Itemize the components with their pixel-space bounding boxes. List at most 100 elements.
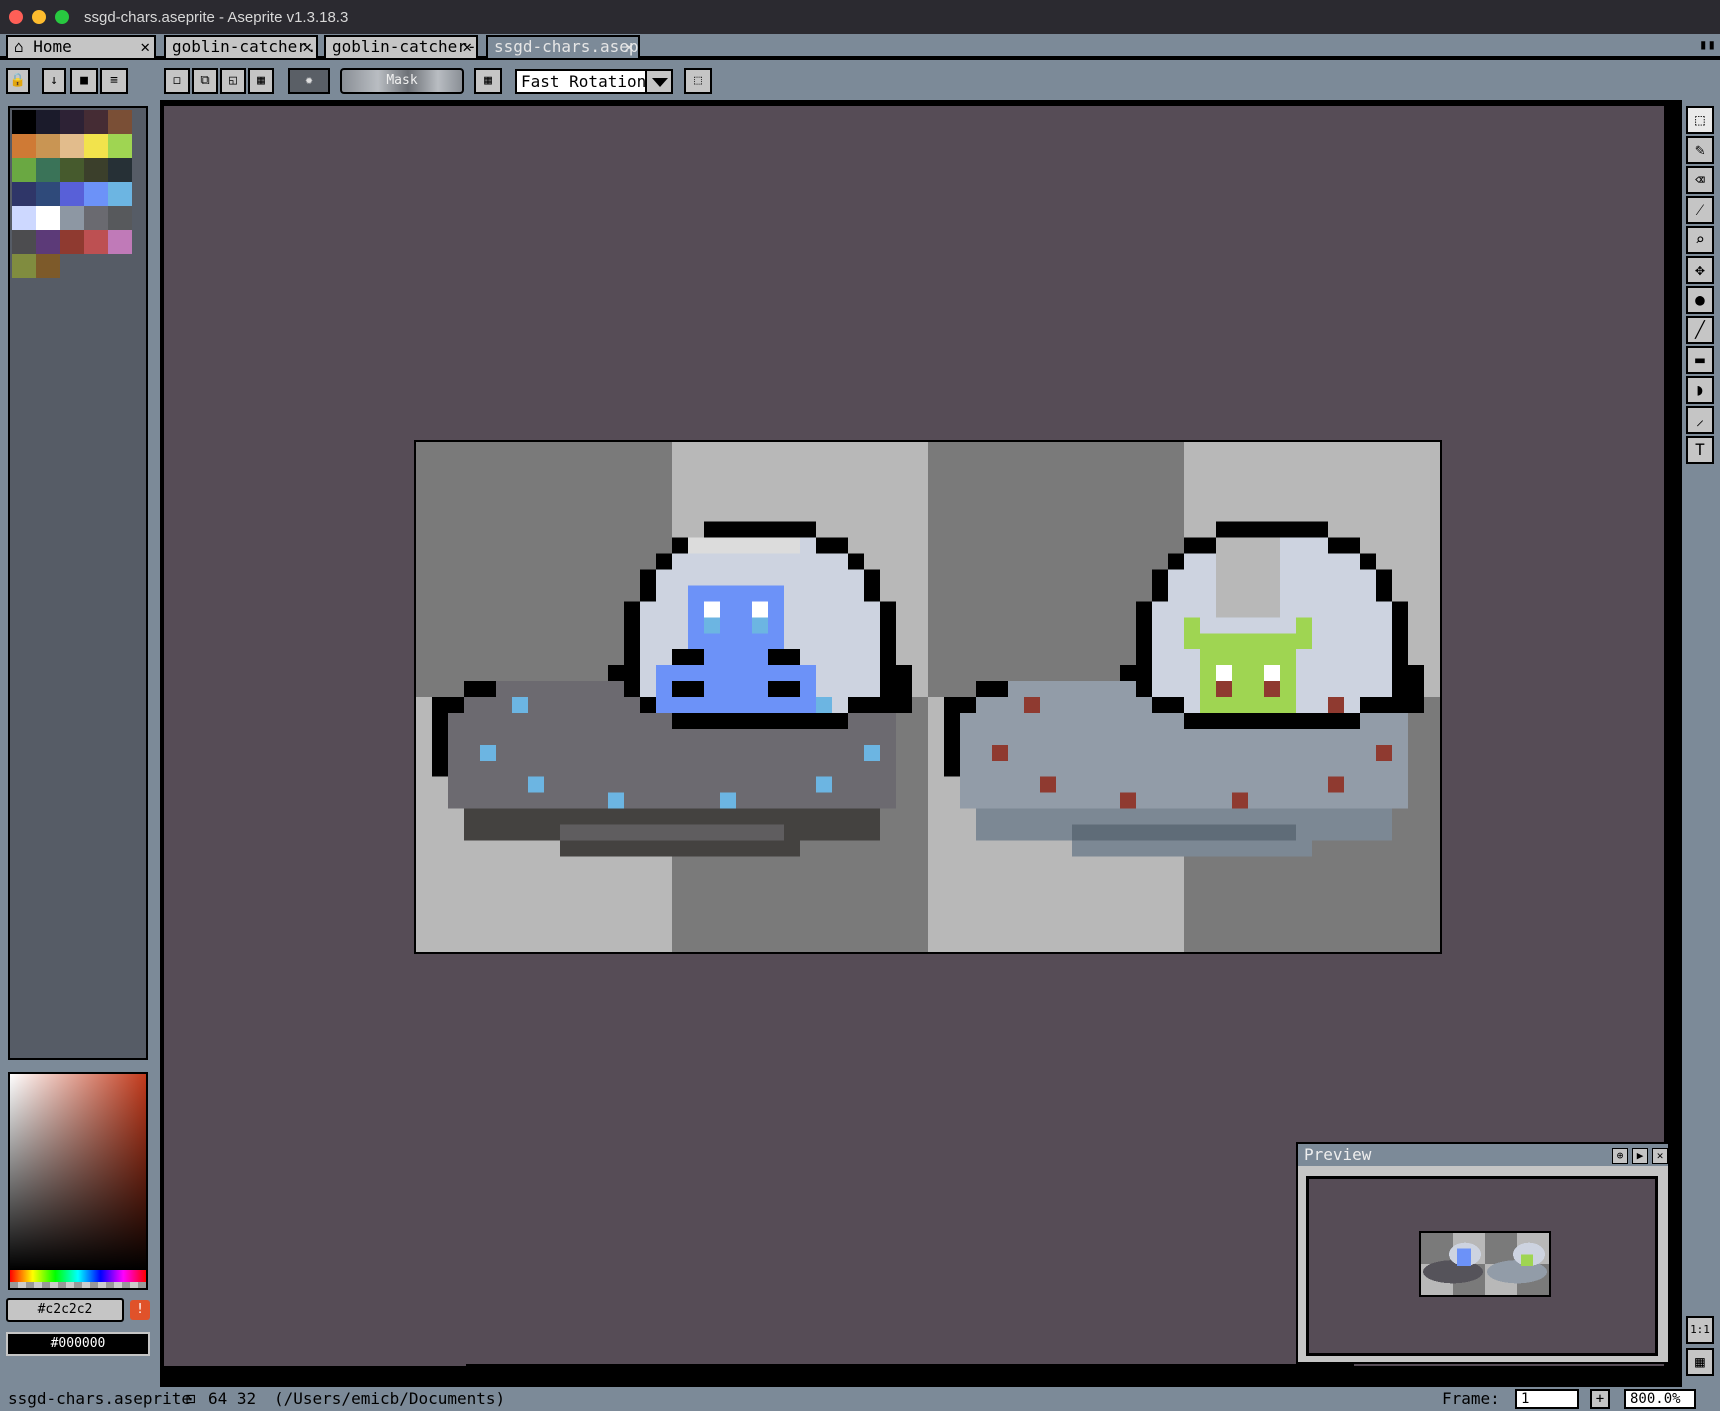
pencil-tool-icon[interactable]: ✎ bbox=[1686, 136, 1714, 164]
preview-title-bar: Preview ⊕ ▶ ✕ bbox=[1298, 1144, 1668, 1166]
palette-swatch[interactable] bbox=[108, 110, 132, 134]
play-icon[interactable]: ▶ bbox=[1632, 1148, 1648, 1164]
selection-intersect-icon[interactable]: ▦ bbox=[248, 68, 274, 94]
palette-swatch[interactable] bbox=[12, 182, 36, 206]
tab-goblin-catcher-1[interactable]: goblin-catcher. ✕ bbox=[164, 35, 318, 58]
palette-swatch[interactable] bbox=[60, 134, 84, 158]
palette-swatch[interactable] bbox=[84, 206, 108, 230]
rectangle-tool-icon[interactable]: ▬ bbox=[1686, 346, 1714, 374]
palette-swatch[interactable] bbox=[108, 182, 132, 206]
preview-sprite-thumbnail bbox=[1419, 1231, 1551, 1297]
tab-overflow-icon[interactable]: ▮▮ bbox=[1699, 37, 1716, 53]
zoom-input[interactable]: 800.0% bbox=[1624, 1389, 1696, 1409]
vertical-scrollbar[interactable] bbox=[1664, 106, 1674, 370]
palette-swatch[interactable] bbox=[108, 134, 132, 158]
eraser-tool-icon[interactable]: ⌫ bbox=[1686, 166, 1714, 194]
palette-swatch[interactable] bbox=[60, 158, 84, 182]
selection-add-icon[interactable]: ⧉ bbox=[192, 68, 218, 94]
palette-swatch[interactable] bbox=[84, 230, 108, 254]
add-frame-button[interactable]: + bbox=[1590, 1389, 1610, 1409]
palette-swatch[interactable] bbox=[36, 134, 60, 158]
palette-swatch[interactable] bbox=[108, 206, 132, 230]
close-icon[interactable]: ✕ bbox=[462, 37, 472, 57]
mask-button[interactable]: Mask bbox=[340, 68, 464, 94]
palette-swatch[interactable] bbox=[108, 158, 132, 182]
palette-panel bbox=[8, 106, 148, 1060]
blur-tool-icon[interactable]: ⸝ bbox=[1686, 406, 1714, 434]
tab-label: goblin-catcher. bbox=[172, 37, 317, 56]
tab-home[interactable]: ⌂ Home ✕ bbox=[6, 35, 156, 58]
palette-swatch[interactable] bbox=[36, 254, 60, 278]
zoom-tool-icon[interactable]: ⌕ bbox=[1686, 226, 1714, 254]
actual-size-icon[interactable]: 1:1 bbox=[1686, 1316, 1714, 1344]
alpha-slider[interactable] bbox=[10, 1282, 146, 1288]
palette-swatch[interactable] bbox=[12, 134, 36, 158]
minimize-window-button[interactable] bbox=[32, 10, 46, 24]
close-icon[interactable]: ✕ bbox=[140, 37, 150, 57]
close-icon[interactable]: ✕ bbox=[624, 37, 634, 57]
menu-icon[interactable]: ≡ bbox=[100, 68, 128, 94]
status-bar: ssgd-chars.aseprite ⊡ 64 32 (/Users/emic… bbox=[0, 1387, 1720, 1411]
fill-tool-icon[interactable]: ● bbox=[1686, 286, 1714, 314]
palette-swatch[interactable] bbox=[36, 158, 60, 182]
palette-swatch[interactable] bbox=[84, 110, 108, 134]
marquee-tool-icon[interactable]: ⬚ bbox=[1686, 106, 1714, 134]
frame-input[interactable]: 1 bbox=[1515, 1389, 1579, 1409]
palette-swatch[interactable] bbox=[84, 134, 108, 158]
close-window-button[interactable] bbox=[9, 10, 23, 24]
palette-swatch[interactable] bbox=[12, 110, 36, 134]
pivot-grid-icon[interactable]: ▦ bbox=[474, 68, 502, 94]
palette-swatch[interactable] bbox=[36, 230, 60, 254]
selection-replace-icon[interactable]: ◻ bbox=[164, 68, 190, 94]
preview-canvas[interactable] bbox=[1306, 1176, 1658, 1356]
left-panel: #c2c2c2 ! #000000 bbox=[0, 100, 160, 1387]
close-icon[interactable]: ✕ bbox=[302, 37, 312, 57]
palette-swatch[interactable] bbox=[12, 206, 36, 230]
palette-swatch[interactable] bbox=[12, 158, 36, 182]
tab-goblin-catcher-2[interactable]: goblin-catcher- ✕ bbox=[324, 35, 478, 58]
close-icon[interactable]: ✕ bbox=[1652, 1148, 1668, 1164]
palette-swatch[interactable] bbox=[84, 158, 108, 182]
transparent-color-icon[interactable]: ✹ bbox=[288, 68, 330, 94]
palette-swatch[interactable] bbox=[60, 230, 84, 254]
palette-swatch[interactable] bbox=[60, 182, 84, 206]
move-down-icon[interactable]: ↓ bbox=[42, 68, 66, 94]
sprite-canvas[interactable] bbox=[414, 440, 1442, 954]
palette-swatch[interactable] bbox=[36, 182, 60, 206]
background-color-button[interactable]: #000000 bbox=[6, 1332, 150, 1356]
timeline-toggle-icon[interactable]: ▦ bbox=[1686, 1348, 1714, 1376]
horizontal-scrollbar[interactable] bbox=[466, 1364, 1354, 1370]
home-icon: ⌂ bbox=[14, 37, 24, 56]
palette-swatch[interactable] bbox=[108, 230, 132, 254]
palette-swatch[interactable] bbox=[12, 254, 36, 278]
color-picker[interactable] bbox=[8, 1072, 148, 1290]
hue-slider[interactable] bbox=[10, 1270, 146, 1282]
text-tool-icon[interactable]: T bbox=[1686, 436, 1714, 464]
maximize-window-button[interactable] bbox=[55, 10, 69, 24]
color-saturation-field[interactable] bbox=[10, 1074, 146, 1270]
palette-swatch[interactable] bbox=[12, 230, 36, 254]
chevron-down-icon[interactable] bbox=[645, 69, 673, 94]
palette-swatch[interactable] bbox=[84, 182, 108, 206]
warning-icon[interactable]: ! bbox=[130, 1300, 150, 1320]
center-icon[interactable]: ⊕ bbox=[1612, 1148, 1628, 1164]
lock-icon[interactable]: 🔒 bbox=[6, 68, 30, 94]
move-tool-icon[interactable]: ✥ bbox=[1686, 256, 1714, 284]
line-tool-icon[interactable]: ╱ bbox=[1686, 316, 1714, 344]
palette-swatch[interactable] bbox=[36, 110, 60, 134]
contour-tool-icon[interactable]: ◗ bbox=[1686, 376, 1714, 404]
tab-ssgd-chars[interactable]: ssgd-chars.asep ✕ bbox=[486, 35, 640, 58]
square-icon[interactable]: ■ bbox=[70, 68, 98, 94]
status-sprite-size: 64 32 bbox=[208, 1389, 257, 1408]
palette-swatch[interactable] bbox=[60, 206, 84, 230]
foreground-color-button[interactable]: #c2c2c2 bbox=[6, 1298, 124, 1322]
context-toolbar: 🔒 ↓ ■ ≡ ◻ ⧉ ◱ ▦ ✹ Mask ▦ Fast Rotation ⬚ bbox=[0, 60, 1720, 100]
tools-panel: ⬚ ✎ ⌫ ⁄ ⌕ ✥ ● ╱ ▬ ◗ ⸝ T 1:1 ▦ bbox=[1682, 100, 1720, 1387]
palette-swatch[interactable] bbox=[36, 206, 60, 230]
selection-subtract-icon[interactable]: ◱ bbox=[220, 68, 246, 94]
rotation-algorithm-select[interactable]: Fast Rotation bbox=[515, 69, 673, 94]
transform-icon[interactable]: ⬚ bbox=[684, 68, 712, 94]
tab-label: ssgd-chars.asep bbox=[494, 37, 639, 56]
palette-swatch[interactable] bbox=[60, 110, 84, 134]
eyedropper-tool-icon[interactable]: ⁄ bbox=[1686, 196, 1714, 224]
